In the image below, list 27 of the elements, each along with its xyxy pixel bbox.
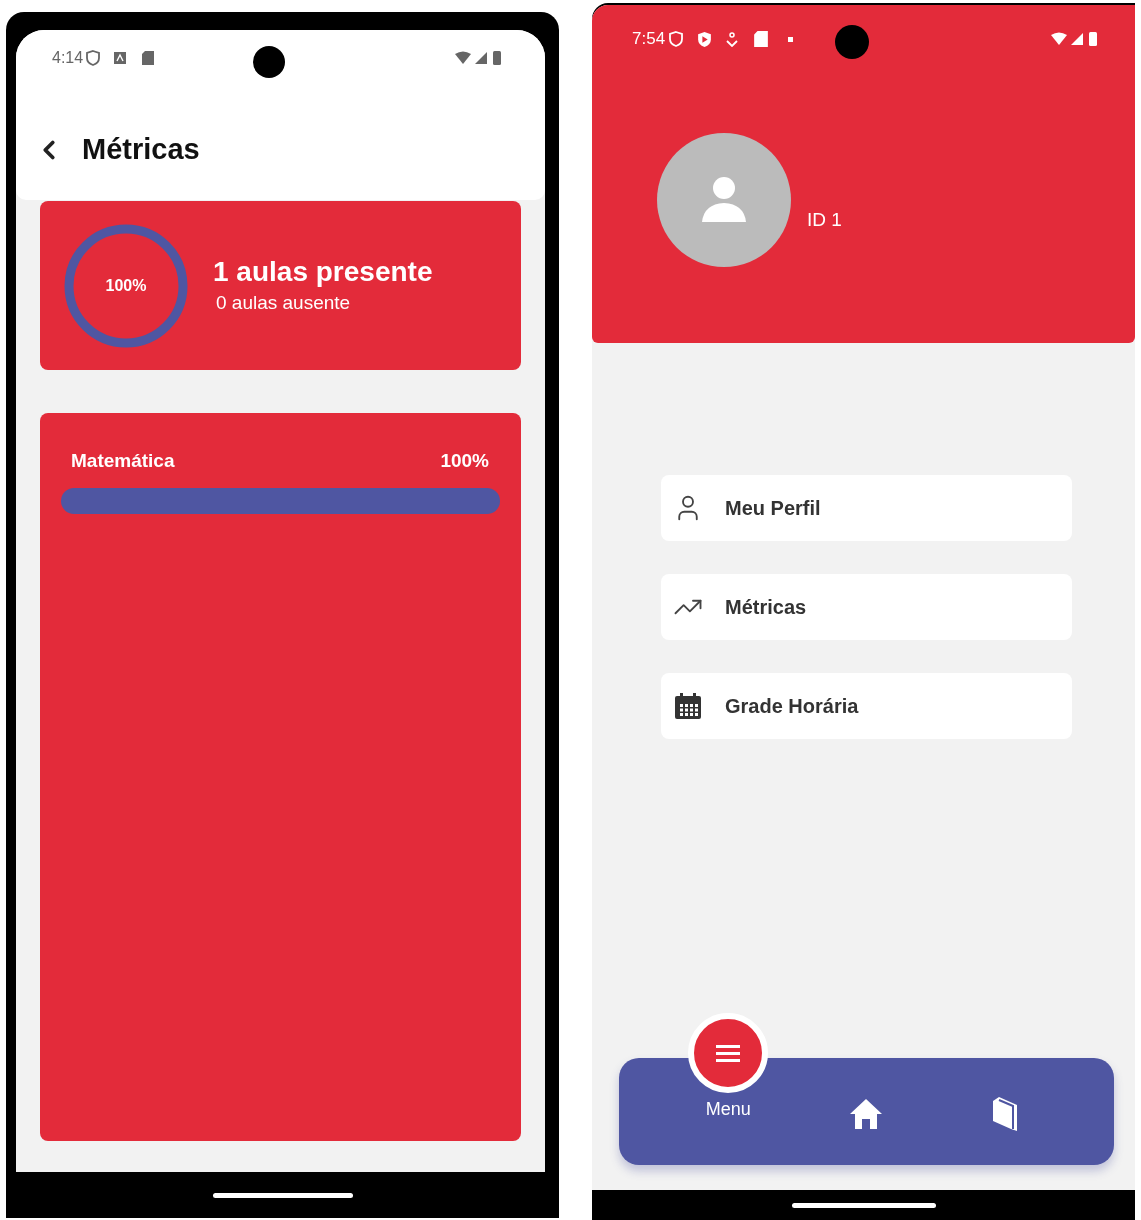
shield-play-icon [697, 30, 713, 48]
screen-title: Métricas [82, 132, 200, 167]
nav-label: Menu [705, 1098, 751, 1121]
camera-cutout [252, 46, 285, 78]
subject-name: Matemática [71, 449, 175, 473]
shield-icon [86, 50, 101, 66]
present-count: 1 aulas presente [213, 254, 433, 289]
menu-item[interactable]: Métricas [661, 574, 1072, 640]
person-silhouette-icon [702, 176, 746, 224]
attendance-percent: 100% [105, 275, 147, 296]
download-icon [726, 31, 739, 47]
menu-item[interactable]: Grade Horária [661, 673, 1072, 739]
status-time: 4:14 [52, 48, 84, 68]
calendar-icon [674, 692, 702, 720]
status-time: 7:54 [632, 28, 666, 51]
user-id: ID 1 [807, 207, 842, 232]
sd-card-icon [754, 31, 769, 47]
menu-icon [716, 1044, 741, 1062]
image-icon [114, 52, 127, 64]
camera-cutout [835, 25, 870, 59]
sd-card-icon [142, 51, 155, 65]
home-icon [849, 1098, 884, 1130]
book-icon [990, 1096, 1019, 1132]
subject-percent: 100% [440, 449, 489, 473]
menu-item[interactable]: Meu Perfil [661, 475, 1072, 541]
shield-icon [669, 31, 684, 47]
absent-count: 0 aulas ausente [216, 290, 352, 315]
